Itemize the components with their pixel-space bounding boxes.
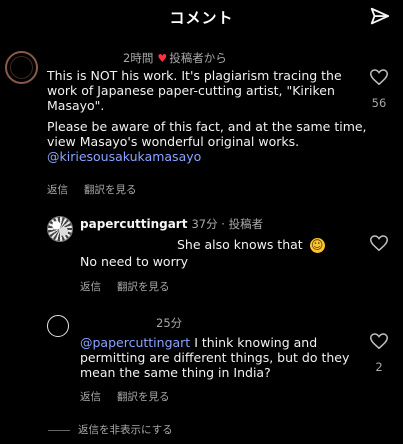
comment-actions: 返信 翻訳を見る [47, 182, 153, 197]
like-count: 2 [375, 360, 383, 374]
comment-meta: 2時間 ♥ 投稿者から [123, 50, 227, 66]
mention-link[interactable]: @kiriesousakukamasayo [47, 149, 201, 164]
translate-button[interactable]: 翻訳を見る [117, 391, 170, 403]
author-badge: 投稿者から [169, 51, 227, 65]
comment-paragraph: This is NOT his work. It's plagiarism tr… [47, 68, 342, 113]
smile-emoji-icon: ☺ [309, 238, 325, 253]
avatar[interactable] [5, 51, 38, 84]
page-title: コメント [169, 9, 234, 27]
comment-time: 25分 [156, 316, 183, 330]
comment-paragraph: Please be aware of this fact, and at the… [47, 119, 367, 164]
hide-replies-button[interactable]: 返信を非表示にする [48, 422, 173, 437]
send-icon[interactable] [369, 6, 391, 28]
divider-line [48, 429, 70, 431]
reply-button[interactable]: 返信 [47, 184, 68, 196]
header: コメント [0, 0, 403, 34]
reply-button[interactable]: 返信 [80, 281, 101, 293]
comment-text: She also knows that ☺ [177, 237, 357, 253]
comment-meta: papercuttingart 37分 · 投稿者 [80, 217, 264, 231]
username[interactable]: papercuttingart [80, 217, 187, 231]
comment-actions: 返信 翻訳を見る [80, 389, 186, 404]
comment-actions: 返信 翻訳を見る [80, 279, 186, 294]
mention-link[interactable]: @papercuttingart [80, 335, 190, 350]
like-count: 56 [371, 96, 387, 110]
heart-icon: ♥ [157, 52, 168, 65]
avatar[interactable] [47, 216, 73, 242]
hide-replies-label: 返信を非表示にする [78, 424, 173, 436]
heart-outline-icon[interactable] [370, 235, 388, 252]
author-badge: 投稿者 [228, 217, 264, 231]
heart-outline-icon[interactable] [370, 69, 388, 86]
comment-time: 2時間 [123, 51, 154, 65]
comment-text: @papercuttingart I think knowing and per… [80, 335, 350, 380]
comment-line: She also knows that [177, 237, 303, 252]
comment-time: 37分 [191, 217, 218, 231]
reply-button[interactable]: 返信 [80, 391, 101, 403]
heart-outline-icon[interactable] [370, 333, 388, 350]
translate-button[interactable]: 翻訳を見る [117, 281, 170, 293]
translate-button[interactable]: 翻訳を見る [84, 184, 137, 196]
avatar[interactable] [47, 315, 69, 337]
comment-text: This is NOT his work. It's plagiarism tr… [47, 68, 367, 164]
comment-line: No need to worry [80, 254, 189, 269]
comment-paragraph-text: Please be aware of this fact, and at the… [47, 119, 367, 149]
